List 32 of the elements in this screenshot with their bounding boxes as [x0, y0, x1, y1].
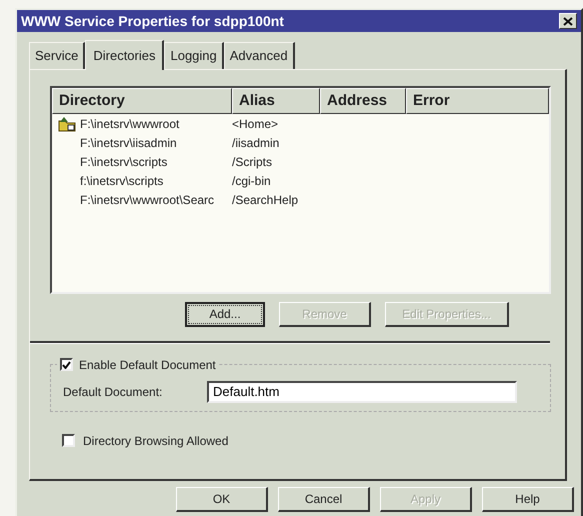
- column-header[interactable]: Error: [406, 88, 549, 114]
- checkbox-label: Directory Browsing Allowed: [83, 432, 228, 450]
- close-icon: [563, 16, 573, 26]
- dialog-button[interactable]: Cancel: [278, 486, 370, 512]
- alias-name[interactable]: <Home>: [232, 114, 549, 132]
- checkbox-label: Enable Default Document: [79, 356, 216, 374]
- alias-name[interactable]: /iisadmin: [232, 134, 549, 152]
- directory-name[interactable]: F:\inetsrv\iisadmin: [80, 134, 177, 152]
- dialog-button[interactable]: Help: [482, 486, 574, 512]
- directory-name[interactable]: F:\inetsrv\wwwroot: [80, 114, 180, 132]
- column-header[interactable]: Address: [320, 88, 406, 114]
- default-document-field[interactable]: Default.htm: [207, 380, 517, 402]
- tab[interactable]: Directories: [85, 40, 164, 70]
- tab[interactable]: Logging: [164, 42, 224, 68]
- close-button[interactable]: [559, 13, 577, 29]
- alias-name[interactable]: /cgi-bin: [232, 172, 549, 190]
- tab[interactable]: Advanced: [224, 42, 295, 68]
- home-folder-icon: [58, 116, 76, 132]
- tab[interactable]: Service: [29, 42, 86, 68]
- checkbox[interactable]: [60, 358, 73, 371]
- column-header[interactable]: Alias: [232, 88, 320, 114]
- directory-name[interactable]: F:\inetsrv\wwwroot\Searc: [80, 190, 214, 208]
- checkbox[interactable]: [62, 434, 75, 447]
- directory-name[interactable]: f:\inetsrv\scripts: [80, 172, 164, 190]
- directory-name[interactable]: F:\inetsrv\scripts: [80, 152, 168, 170]
- field-label: Default Document:: [63, 384, 164, 400]
- alias-name[interactable]: /SearchHelp: [232, 190, 549, 208]
- column-header[interactable]: Directory: [52, 88, 232, 114]
- window-title: WWW Service Properties for sdpp100nt: [21, 12, 284, 31]
- dialog-button[interactable]: OK: [176, 486, 268, 512]
- list-button[interactable]: Add...: [185, 302, 265, 326]
- alias-name[interactable]: /Scripts: [232, 152, 549, 170]
